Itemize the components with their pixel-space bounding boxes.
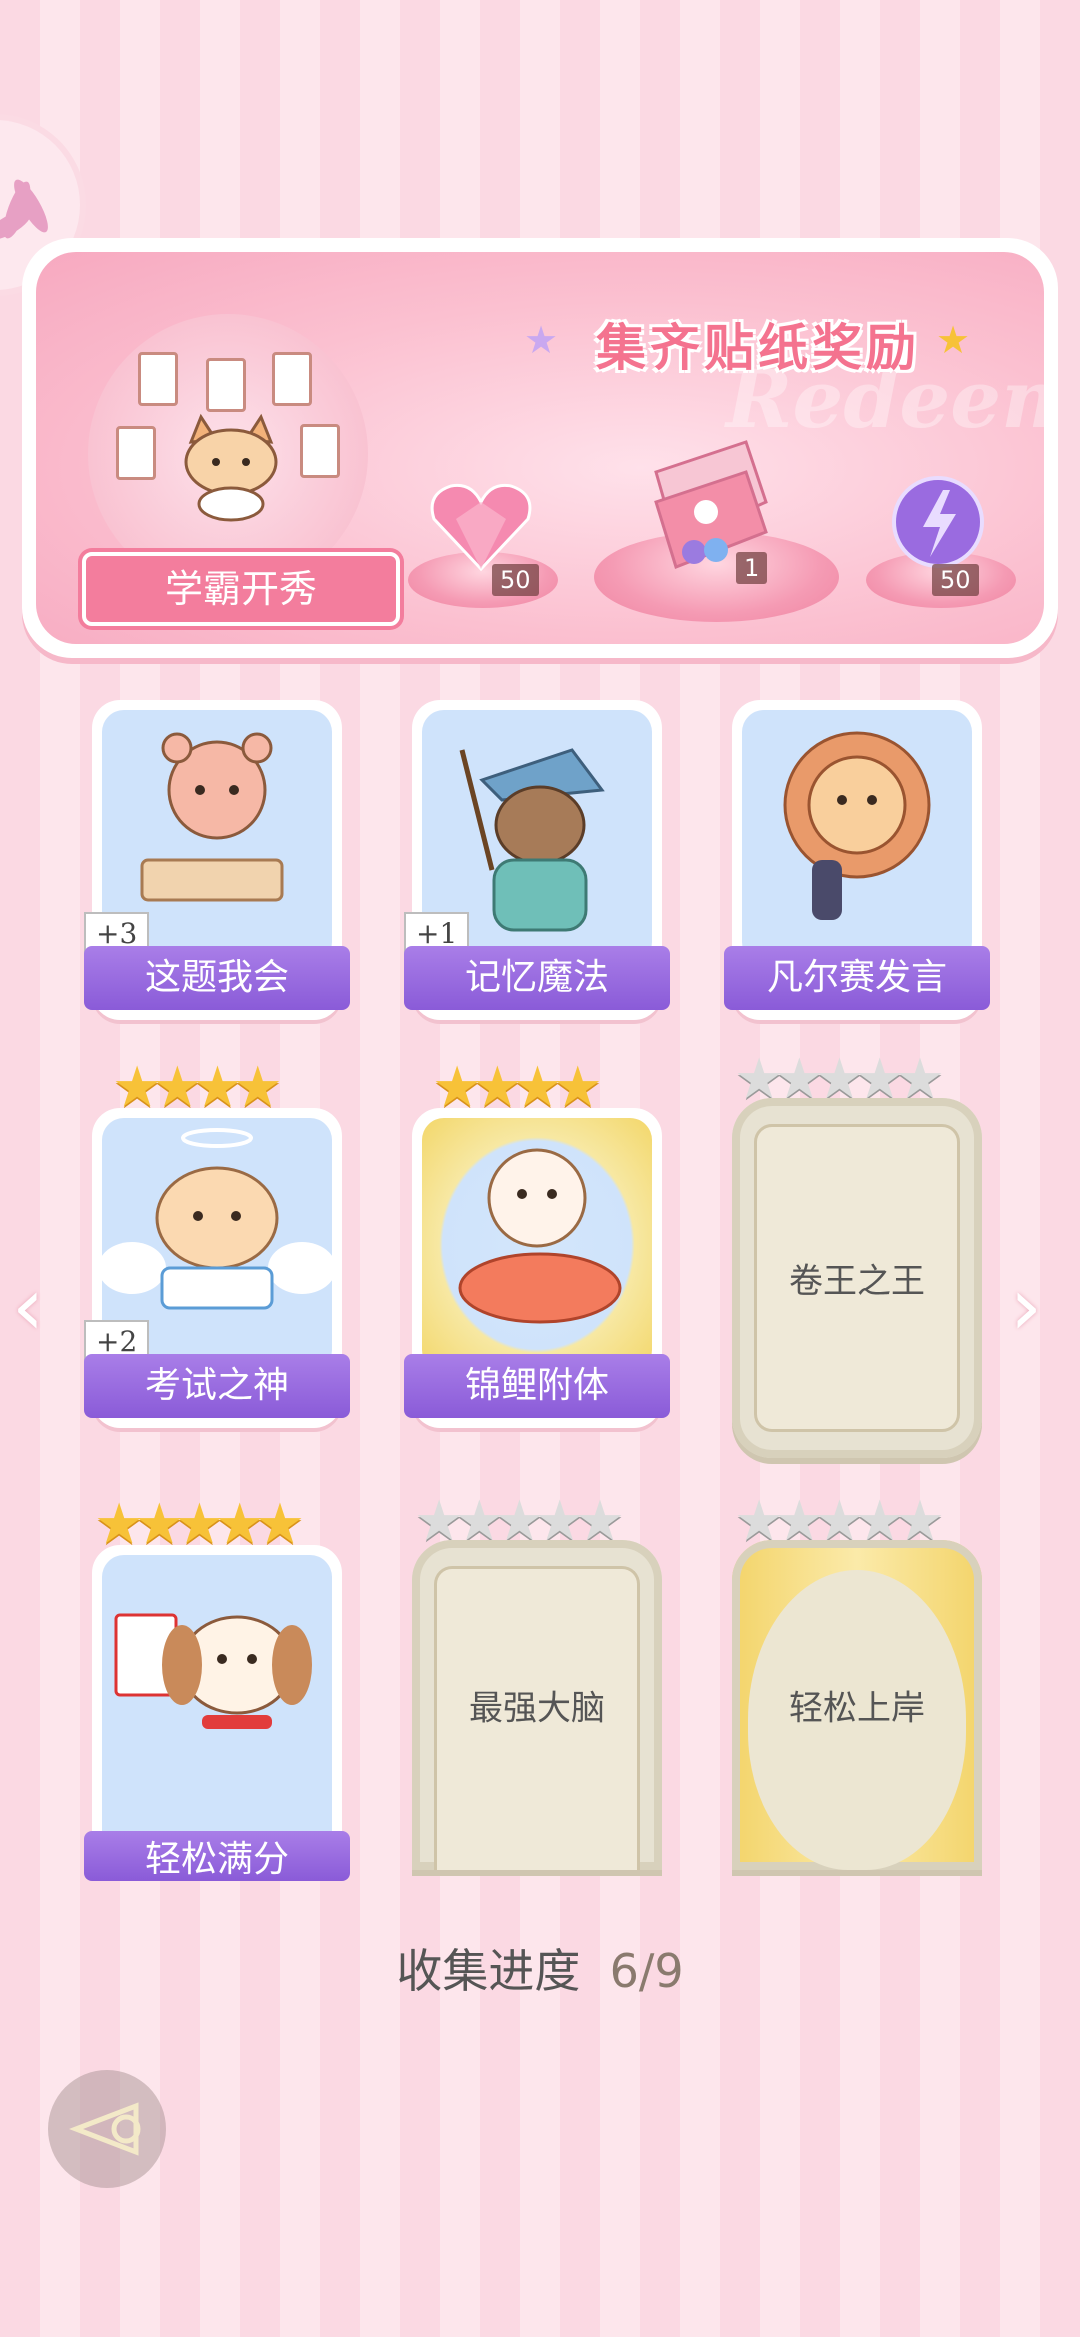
star-icon: ★	[936, 318, 971, 362]
card-label: 这题我会	[84, 946, 350, 1010]
badge-label: 学霸开秀	[164, 567, 317, 611]
sticker-card[interactable]: 凡尔赛发言	[724, 700, 990, 1020]
locked-card[interactable]: 卷王之王	[732, 1098, 982, 1458]
gift-box-icon[interactable]	[636, 432, 786, 572]
progress-label: 收集进度	[396, 1944, 581, 1998]
star-icon: ★	[524, 318, 559, 362]
heart-gem-icon[interactable]	[426, 474, 536, 574]
reward-count: 50	[492, 564, 539, 596]
sticker-card[interactable]: 锦鲤附体	[404, 1108, 670, 1428]
lightning-orb-icon[interactable]	[888, 472, 988, 572]
sticker-card[interactable]: +3 这题我会	[84, 700, 350, 1020]
progress-value: 6/9	[609, 1944, 684, 1998]
banner-title: 集齐贴纸奖励	[596, 319, 920, 377]
reward-count: 50	[932, 564, 979, 596]
badge-ribbon: 学霸开秀	[82, 552, 400, 626]
cat-icon	[184, 413, 278, 522]
locked-card[interactable]: 轻松上岸	[732, 1540, 982, 1870]
sticker-card[interactable]: +2 考试之神	[84, 1108, 350, 1428]
sticker-card[interactable]: 轻松满分	[84, 1545, 350, 1881]
prev-arrow-icon[interactable]: ‹	[12, 1260, 44, 1353]
reward-count: 1	[736, 552, 768, 584]
next-arrow-icon[interactable]: ›	[1010, 1260, 1042, 1353]
card-label: 卷王之王	[789, 1261, 925, 1302]
card-label: 锦鲤附体	[404, 1354, 670, 1418]
back-icon	[69, 2102, 141, 2156]
locked-card[interactable]: 最强大脑	[412, 1540, 662, 1870]
card-label: 凡尔赛发言	[724, 946, 990, 1010]
bear-with-koi-illustration	[422, 1118, 652, 1372]
sticker-card[interactable]: +1 记忆魔法	[404, 700, 670, 1020]
collection-progress: 收集进度 6/9	[0, 1935, 1080, 2001]
card-label: 轻松满分	[84, 1831, 350, 1881]
card-label: 记忆魔法	[404, 946, 670, 1010]
card-label: 最强大脑	[469, 1688, 605, 1729]
card-label: 考试之神	[84, 1354, 350, 1418]
reward-banner: Redeem ★ 集齐贴纸奖励 ★ 学霸开秀 50	[22, 238, 1058, 658]
back-button[interactable]	[48, 2070, 166, 2188]
card-label: 轻松上岸	[789, 1688, 925, 1729]
lion-illustration	[742, 710, 972, 964]
puppy-illustration	[102, 1555, 332, 1855]
